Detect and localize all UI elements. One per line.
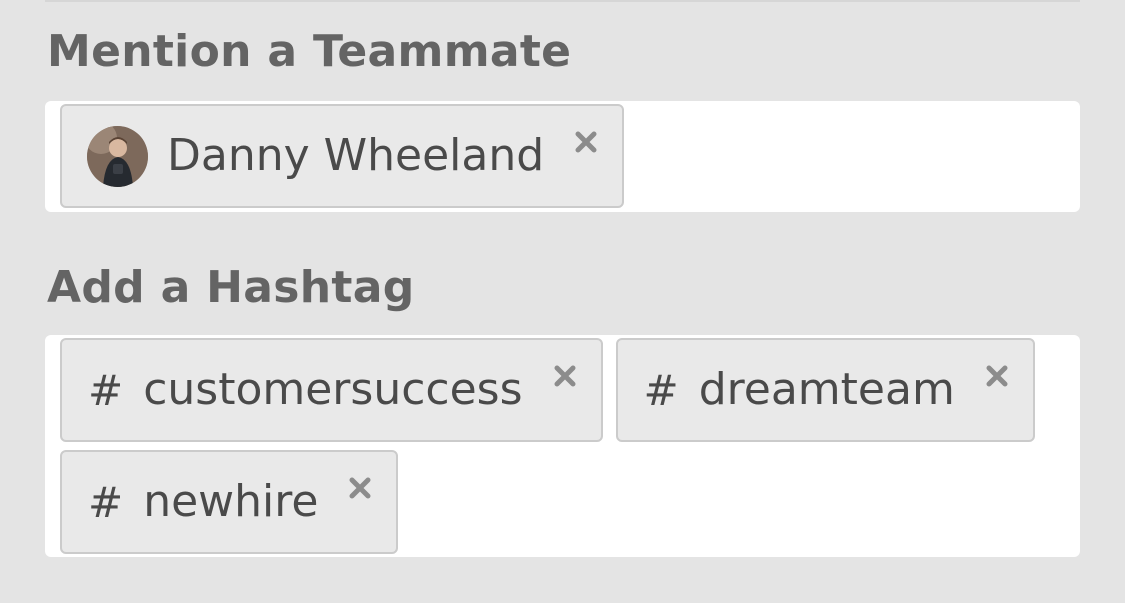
close-icon[interactable]: [346, 474, 374, 502]
mention-token[interactable]: Danny Wheeland: [60, 104, 625, 208]
hashtag-token-label: customersuccess: [143, 364, 523, 415]
hashtag-input-field[interactable]: # customersuccess # dreamteam # newhire: [45, 335, 1080, 557]
hashtag-token-label: newhire: [143, 476, 319, 527]
hashtag-token[interactable]: # newhire: [60, 450, 399, 554]
close-icon[interactable]: [572, 128, 600, 156]
mention-section-title: Mention a Teammate: [47, 26, 572, 77]
hashtag-prefix: #: [643, 365, 679, 415]
avatar: [87, 125, 148, 187]
mention-token-list: Danny Wheeland: [60, 104, 1070, 208]
hashtag-token[interactable]: # dreamteam: [615, 338, 1035, 442]
hashtag-prefix: #: [88, 477, 124, 527]
hashtag-token-list: # customersuccess # dreamteam # newhire: [60, 338, 1070, 554]
mention-token-label: Danny Wheeland: [167, 130, 545, 181]
hashtag-prefix: #: [88, 365, 124, 415]
hashtag-section-title: Add a Hashtag: [47, 262, 415, 313]
close-icon[interactable]: [983, 362, 1011, 390]
close-icon[interactable]: [551, 362, 579, 390]
mention-input-field[interactable]: Danny Wheeland: [45, 101, 1080, 212]
hashtag-token[interactable]: # customersuccess: [60, 338, 603, 442]
section-divider: [45, 0, 1080, 2]
hashtag-token-label: dreamteam: [698, 364, 955, 415]
